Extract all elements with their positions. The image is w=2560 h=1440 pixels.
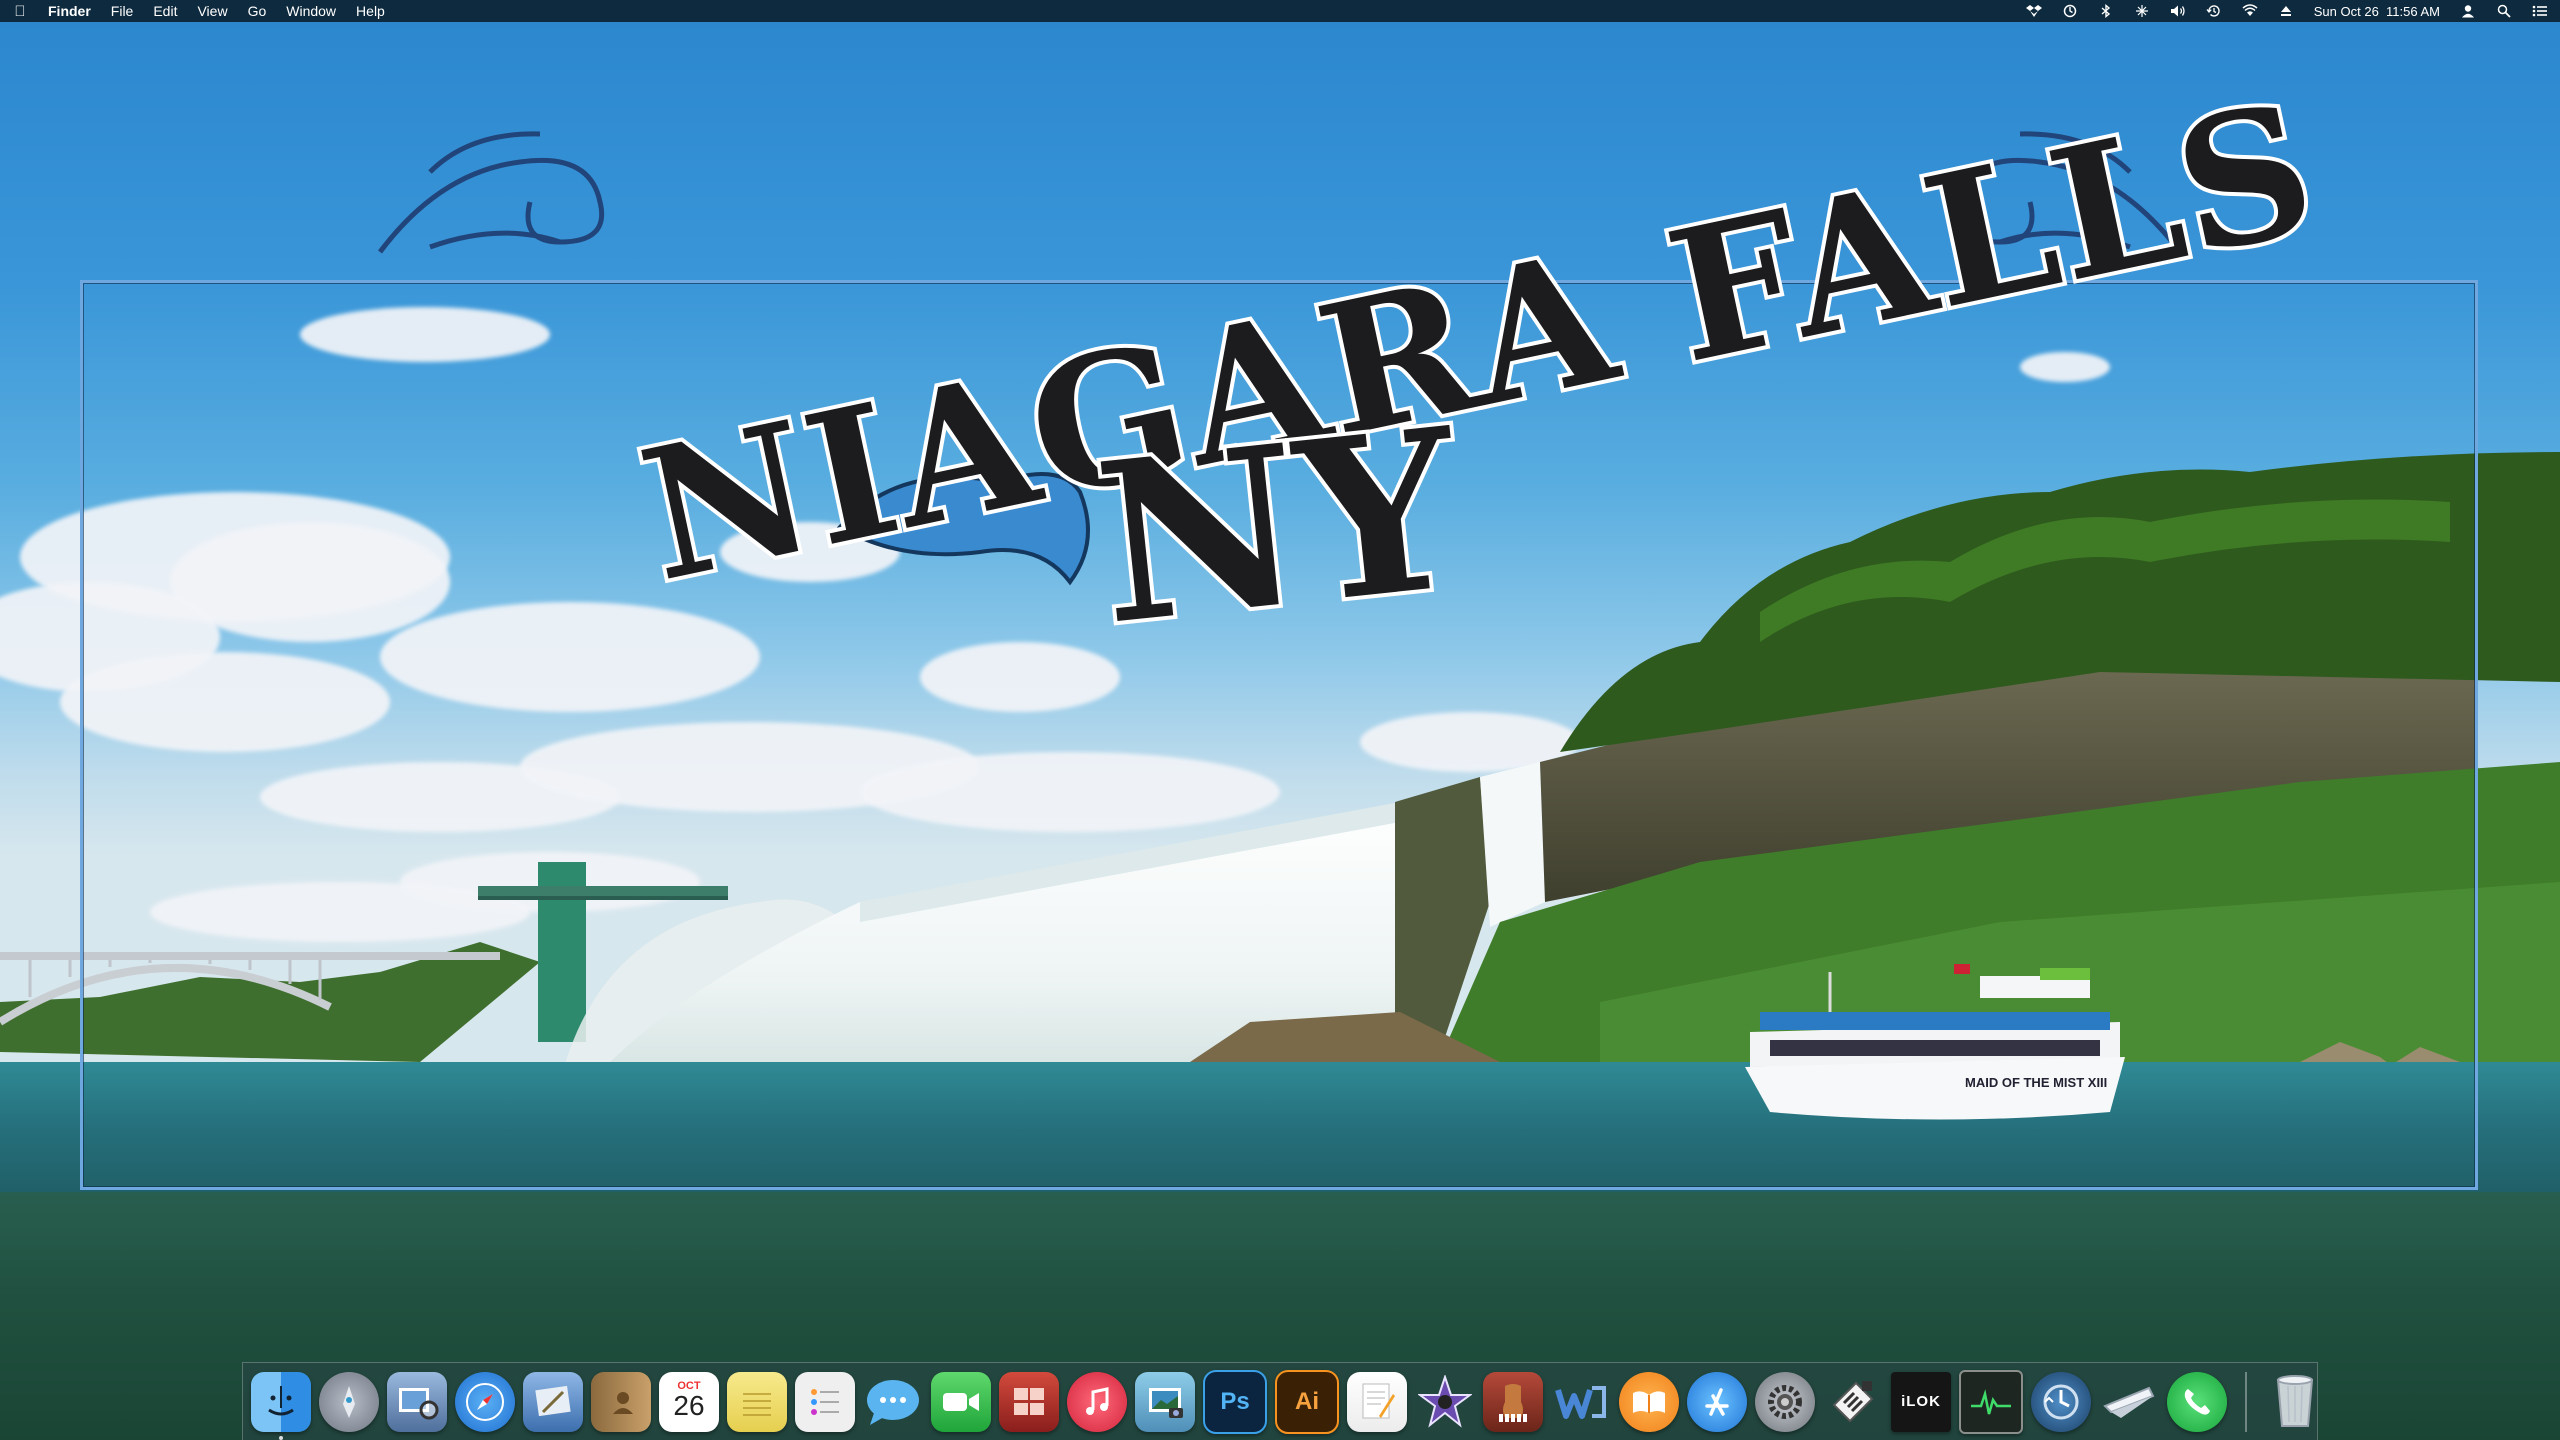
niagara-falls-title: NIAGARA FALLS NY [378, 58, 2336, 678]
preview-icon[interactable] [387, 1371, 447, 1432]
menu-clock[interactable]: Sun Oct 26 11:56 AM [2314, 4, 2440, 19]
spotlight-search-icon[interactable] [2496, 4, 2512, 18]
dropbox-icon[interactable] [2025, 4, 2042, 18]
desktop-wallpaper: MAID OF THE MIST XIII NIAGARA FALLS NY [0, 22, 2560, 1440]
iphoto-icon[interactable] [1135, 1371, 1195, 1432]
safari-icon[interactable] [455, 1371, 515, 1432]
ilok-icon[interactable]: iLOK [1891, 1371, 1951, 1432]
script-editor-icon[interactable] [1823, 1372, 1883, 1432]
menu-bar:  Finder File Edit View Go Window Help [0, 0, 2560, 22]
eject-icon[interactable] [2278, 4, 2294, 18]
title-ny: NY [1086, 378, 1472, 673]
pages-icon[interactable] [1347, 1371, 1407, 1432]
network-icon[interactable] [2134, 4, 2150, 18]
facetime-icon[interactable] [931, 1371, 991, 1432]
running-indicator [279, 1435, 283, 1440]
dock: OCT 26 Ps Ai iLOK [242, 1362, 2318, 1440]
notification-center-icon[interactable] [2532, 4, 2548, 18]
ilok-label: iLOK [1901, 1393, 1941, 1410]
airmail-icon[interactable] [2099, 1372, 2159, 1432]
messages-icon[interactable] [863, 1372, 923, 1432]
wifi-icon[interactable] [2242, 4, 2258, 18]
garageband-icon[interactable] [1483, 1371, 1543, 1432]
time-machine-icon[interactable] [2031, 1371, 2091, 1432]
finder-icon[interactable] [251, 1371, 311, 1440]
illustrator-label: Ai [1295, 1387, 1319, 1415]
wunderlist-icon[interactable] [1551, 1372, 1611, 1432]
illustrator-icon[interactable]: Ai [1275, 1369, 1339, 1434]
launchpad-icon[interactable] [319, 1371, 379, 1432]
bluetooth-icon[interactable] [2098, 4, 2114, 18]
menu-edit[interactable]: Edit [153, 3, 177, 19]
app-store-icon[interactable] [1687, 1371, 1747, 1432]
calendar-icon[interactable]: OCT 26 [659, 1371, 719, 1432]
photoshop-label: Ps [1220, 1387, 1250, 1415]
photoshop-icon[interactable]: Ps [1203, 1369, 1267, 1434]
menu-help[interactable]: Help [356, 3, 385, 19]
contacts-icon[interactable] [591, 1371, 651, 1432]
itunes-icon[interactable] [1067, 1371, 1127, 1432]
phone-app-icon[interactable] [2167, 1371, 2227, 1432]
system-preferences-icon[interactable] [1755, 1371, 1815, 1432]
menu-view[interactable]: View [197, 3, 227, 19]
calendar-day: 26 [673, 1389, 705, 1421]
title-niagara-falls: NIAGARA FALLS [626, 62, 2332, 622]
dock-separator [2245, 1371, 2247, 1432]
activity-monitor-icon[interactable] [1959, 1369, 2023, 1434]
notes-icon[interactable] [727, 1371, 787, 1432]
menu-app-name[interactable]: Finder [48, 3, 91, 19]
menu-go[interactable]: Go [248, 3, 267, 19]
trash-icon[interactable] [2265, 1372, 2325, 1432]
photo-booth-icon[interactable] [999, 1371, 1059, 1432]
mail-icon[interactable] [523, 1371, 583, 1432]
left-flourish-ornament [378, 131, 604, 254]
reminders-icon[interactable] [795, 1371, 855, 1432]
ibooks-icon[interactable] [1619, 1371, 1679, 1432]
volume-icon[interactable] [2170, 4, 2186, 18]
menu-window[interactable]: Window [286, 3, 336, 19]
menu-file[interactable]: File [111, 3, 134, 19]
apple-logo-icon[interactable]:  [12, 3, 28, 20]
clock-icon[interactable] [2062, 4, 2078, 18]
imovie-icon[interactable] [1415, 1372, 1475, 1432]
user-icon[interactable] [2460, 4, 2476, 18]
time-machine-icon[interactable] [2206, 4, 2222, 18]
